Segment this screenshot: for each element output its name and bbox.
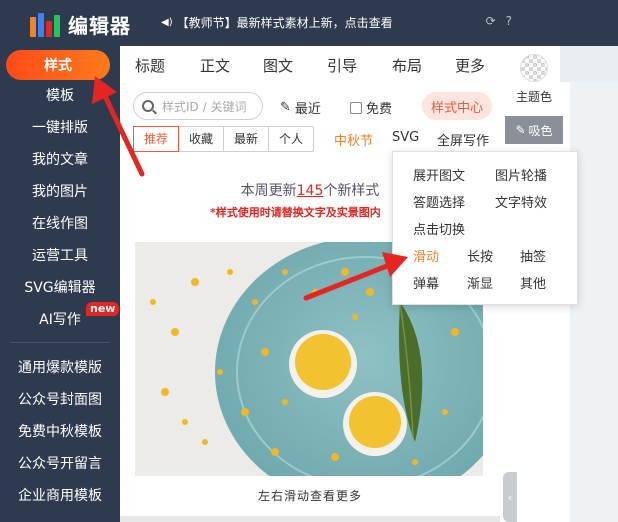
category-tabs: 标题 正文 图文 引导 布局 更多	[120, 46, 500, 84]
filter-favorites[interactable]: 收藏	[179, 127, 225, 151]
menu-item-quiz-select[interactable]: 答题选择	[413, 192, 465, 211]
sidebar-item-cover-image[interactable]: 公众号封面图	[0, 390, 120, 410]
style-center-button[interactable]: 样式中心	[422, 92, 492, 120]
search-placeholder: 样式ID / 关键词	[162, 99, 247, 114]
next-preview-strip	[120, 516, 500, 522]
editor-canvas-top	[560, 46, 618, 82]
theme-color-label: 主题色	[515, 90, 552, 104]
sidebar-item-my-articles[interactable]: 我的文章	[0, 150, 120, 170]
search-icon	[142, 100, 154, 112]
sidebar-divider	[10, 342, 110, 343]
brand-title: 编辑器	[68, 14, 131, 38]
free-label: 免费	[366, 102, 393, 117]
tab-more[interactable]: 更多	[455, 55, 485, 76]
filter-group: 推荐 收藏 最新 个人	[133, 126, 315, 152]
menu-item-long-press[interactable]: 长按	[467, 246, 493, 265]
collapse-panel-handle[interactable]: ‹	[503, 472, 517, 522]
sidebar-item-commercial-templates[interactable]: 企业商用模板	[0, 486, 120, 506]
filter-mid-autumn[interactable]: 中秋节	[334, 130, 373, 149]
filter-fullscreen[interactable]: 全屏写作	[437, 130, 489, 149]
logo[interactable]: 编辑器	[30, 10, 131, 39]
filter-personal[interactable]: 个人	[269, 127, 313, 151]
top-bar: 编辑器 ◀) 【教师节】最新样式素材上新，点击查看 ⟳ ?	[0, 0, 618, 46]
more-dropdown-menu: 展开图文 图片轮播 答题选择 文字特效 点击切换 滑动 长按 抽签 弹幕 渐显 …	[392, 151, 578, 305]
sidebar-item-mid-autumn-templates[interactable]: 免费中秋模板	[0, 422, 120, 442]
usage-warning: *样式使用时请替换文字及实景图内	[210, 206, 381, 219]
sidebar-item-one-click-layout[interactable]: 一键排版	[0, 118, 120, 138]
menu-item-image-carousel[interactable]: 图片轮播	[495, 165, 547, 184]
search-input[interactable]: 样式ID / 关键词	[133, 92, 263, 120]
checkbox-icon	[350, 101, 362, 114]
menu-item-fade-in[interactable]: 渐显	[467, 273, 493, 292]
sidebar-item-template[interactable]: 模板	[0, 86, 120, 106]
refresh-icon[interactable]: ⟳	[486, 14, 496, 28]
sidebar-item-svg-editor[interactable]: SVG编辑器	[0, 278, 120, 298]
sidebar-item-open-comments[interactable]: 公众号开留言	[0, 454, 120, 474]
filter-svg[interactable]: SVG	[392, 130, 419, 145]
sidebar-item-online-drawing[interactable]: 在线作图	[0, 214, 120, 234]
new-badge: new	[86, 302, 120, 316]
sidebar-item-my-images[interactable]: 我的图片	[0, 182, 120, 202]
announcement-text: 【教师节】最新样式素材上新，点击查看	[176, 16, 393, 30]
eyedropper-icon: ✎	[515, 123, 526, 137]
tab-layout[interactable]: 布局	[392, 55, 422, 76]
announcement-link[interactable]: ◀) 【教师节】最新样式素材上新，点击查看	[161, 14, 393, 31]
logo-mark-icon	[30, 12, 62, 37]
free-checkbox[interactable]: 免费	[350, 98, 392, 117]
sidebar-item-style[interactable]: 样式	[6, 50, 110, 80]
menu-item-draw-lots[interactable]: 抽签	[520, 246, 546, 265]
theme-color-swatch[interactable]	[520, 54, 548, 82]
help-icon[interactable]: ?	[506, 14, 512, 28]
tab-guide[interactable]: 引导	[327, 55, 357, 76]
speaker-icon: ◀)	[161, 17, 173, 28]
menu-item-other[interactable]: 其他	[520, 273, 546, 292]
notice-prefix: 本周更新	[240, 183, 297, 199]
sidebar-item-ops-tools[interactable]: 运营工具	[0, 246, 120, 266]
menu-item-click-switch[interactable]: 点击切换	[413, 219, 465, 238]
update-count[interactable]: 145	[297, 183, 324, 199]
menu-item-danmaku[interactable]: 弹幕	[413, 273, 439, 292]
notice-suffix: 个新样式	[323, 183, 380, 199]
color-picker-button[interactable]: ✎ 吸色	[505, 116, 563, 144]
sidebar-item-popular-templates[interactable]: 通用爆款模版	[0, 358, 120, 378]
tab-title[interactable]: 标题	[135, 55, 165, 76]
brush-icon: ✎	[280, 100, 291, 115]
tab-image-text[interactable]: 图文	[263, 55, 293, 76]
sidebar: 样式 模板 一键排版 我的文章 我的图片 在线作图 运营工具 SVG编辑器 AI…	[0, 46, 120, 522]
color-picker-label: 吸色	[528, 123, 553, 138]
recent-button[interactable]: ✎ 最近	[280, 98, 321, 117]
preview-caption: 左右滑动查看更多	[257, 489, 362, 503]
menu-item-text-effects[interactable]: 文字特效	[495, 192, 547, 211]
menu-item-expand-image-text[interactable]: 展开图文	[413, 165, 465, 184]
menu-item-slide[interactable]: 滑动	[413, 246, 439, 265]
filter-recommend[interactable]: 推荐	[133, 126, 180, 152]
filter-latest[interactable]: 最新	[224, 127, 270, 151]
recent-label: 最近	[294, 102, 321, 117]
tab-body[interactable]: 正文	[200, 55, 230, 76]
